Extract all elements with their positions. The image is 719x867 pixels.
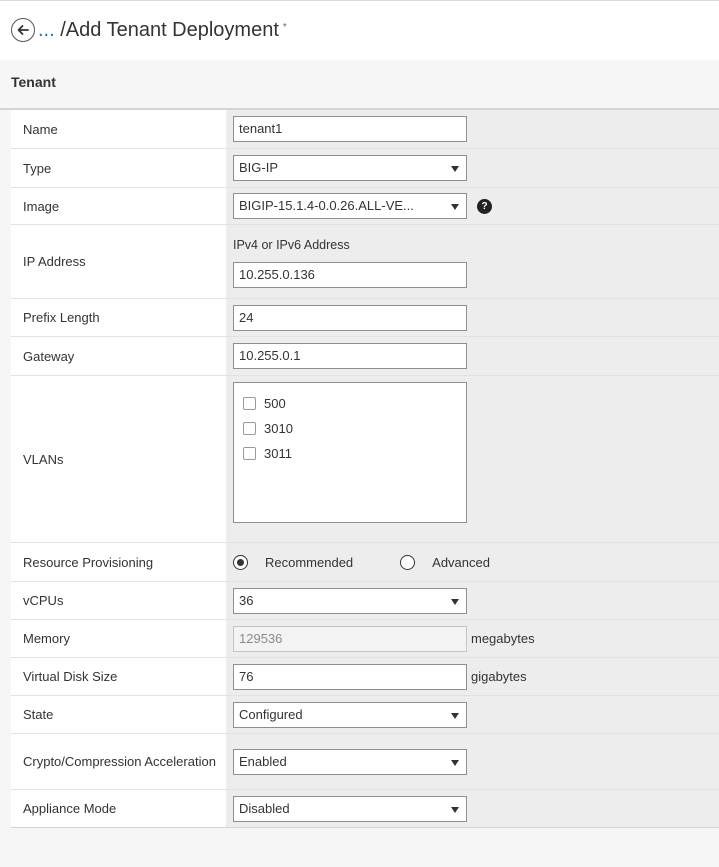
caret-down-icon <box>451 166 459 172</box>
vlan-option-500[interactable]: 500 <box>242 391 466 416</box>
prefix-length-label: Prefix Length <box>11 299 226 336</box>
appliance-mode-row: Appliance Mode Disabled <box>11 789 719 827</box>
virtual-disk-size-unit: gigabytes <box>471 669 527 684</box>
ip-address-hint: IPv4 or IPv6 Address <box>233 237 350 252</box>
help-icon[interactable]: ? <box>477 198 492 214</box>
vlan-option-label: 3011 <box>264 446 292 461</box>
appliance-mode-select[interactable]: Disabled <box>233 795 467 822</box>
vlan-option-3011[interactable]: 3011 <box>242 441 466 466</box>
vlans-field-cell: 500 3010 3011 <box>226 376 719 542</box>
arrow-left-icon <box>17 25 29 35</box>
image-select-value: BIGIP-15.1.4-0.0.26.ALL-VE... <box>239 198 414 213</box>
state-label: State <box>11 696 226 733</box>
type-label: Type <box>11 149 226 187</box>
vlans-row: VLANs 500 3010 3011 <box>11 375 719 542</box>
vcpus-label: vCPUs <box>11 582 226 619</box>
recommended-radio-label[interactable]: Recommended <box>265 555 353 570</box>
image-row: Image BIGIP-15.1.4-0.0.26.ALL-VE... ? <box>11 187 719 224</box>
resource-provisioning-field-cell: Recommended Advanced <box>226 543 719 581</box>
vlan-checkbox[interactable] <box>243 422 256 435</box>
memory-row: Memory 129536 megabytes <box>11 619 719 657</box>
type-row: Type BIG-IP <box>11 148 719 187</box>
recommended-radio[interactable] <box>233 554 248 570</box>
appliance-mode-select-value: Disabled <box>239 800 290 816</box>
tenant-form: Name tenant1 Type BIG-IP Image BIGIP-15.… <box>11 110 719 828</box>
caret-down-icon <box>451 598 459 605</box>
virtual-disk-size-field-cell: 76 gigabytes <box>226 658 719 695</box>
ip-address-row: IP Address IPv4 or IPv6 Address 10.255.0… <box>11 224 719 298</box>
memory-label: Memory <box>11 620 226 657</box>
resource-provisioning-radio-group: Recommended Advanced <box>233 554 490 570</box>
crypto-select[interactable]: Enabled <box>233 748 467 775</box>
state-select[interactable]: Configured <box>233 701 467 728</box>
caret-down-icon <box>451 204 459 210</box>
vcpus-select-value: 36 <box>239 592 254 608</box>
gateway-row: Gateway 10.255.0.1 <box>11 336 719 375</box>
crypto-field-cell: Enabled <box>226 734 719 789</box>
name-input[interactable]: tenant1 <box>233 116 467 142</box>
image-label: Image <box>11 188 226 224</box>
section-header: Tenant <box>0 60 719 110</box>
prefix-length-input[interactable]: 24 <box>233 304 467 331</box>
name-label: Name <box>11 110 226 148</box>
memory-input: 129536 <box>233 625 467 652</box>
vlans-label: VLANs <box>11 376 226 542</box>
state-field-cell: Configured <box>226 696 719 733</box>
virtual-disk-size-input[interactable]: 76 <box>233 663 467 690</box>
vcpus-row: vCPUs 36 <box>11 581 719 619</box>
vlan-option-label: 3010 <box>264 421 293 436</box>
state-row: State Configured <box>11 695 719 733</box>
caret-down-icon <box>451 806 459 813</box>
memory-unit: megabytes <box>471 631 535 646</box>
type-select[interactable]: BIG-IP <box>233 155 467 181</box>
advanced-radio-label[interactable]: Advanced <box>432 555 490 570</box>
crypto-select-value: Enabled <box>239 753 287 769</box>
caret-down-icon <box>451 759 459 766</box>
vlan-checkbox[interactable] <box>243 447 256 460</box>
appliance-mode-field-cell: Disabled <box>226 790 719 827</box>
prefix-length-field-cell: 24 <box>226 299 719 336</box>
back-button[interactable] <box>11 18 35 42</box>
virtual-disk-size-label: Virtual Disk Size <box>11 658 226 695</box>
caret-down-icon <box>451 712 459 719</box>
type-field-cell: BIG-IP <box>226 149 719 187</box>
image-field-cell: BIGIP-15.1.4-0.0.26.ALL-VE... ? <box>226 188 719 224</box>
breadcrumb: ... /Add Tenant Deployment * <box>38 18 287 42</box>
appliance-mode-label: Appliance Mode <box>11 790 226 827</box>
vlan-option-3010[interactable]: 3010 <box>242 416 466 441</box>
ip-address-field-cell: IPv4 or IPv6 Address 10.255.0.136 <box>226 225 719 298</box>
vcpus-select[interactable]: 36 <box>233 587 467 614</box>
unsaved-marker: * <box>282 22 287 33</box>
name-field-cell: tenant1 <box>226 110 719 148</box>
gateway-field-cell: 10.255.0.1 <box>226 337 719 375</box>
advanced-radio[interactable] <box>400 554 416 570</box>
crypto-row: Crypto/Compression Acceleration Enabled <box>11 733 719 789</box>
virtual-disk-size-row: Virtual Disk Size 76 gigabytes <box>11 657 719 695</box>
gateway-input[interactable]: 10.255.0.1 <box>233 343 467 369</box>
gateway-label: Gateway <box>11 337 226 375</box>
vlan-list[interactable]: 500 3010 3011 <box>233 382 467 523</box>
breadcrumb-parent-link[interactable]: ... <box>38 19 55 41</box>
ip-address-label: IP Address <box>11 225 226 298</box>
crypto-label: Crypto/Compression Acceleration <box>11 734 226 789</box>
state-select-value: Configured <box>239 706 303 722</box>
resource-provisioning-row: Resource Provisioning Recommended Advanc… <box>11 542 719 581</box>
resource-provisioning-label: Resource Provisioning <box>11 543 226 581</box>
ip-address-input[interactable]: 10.255.0.136 <box>233 261 467 288</box>
ip-address-group: IPv4 or IPv6 Address 10.255.0.136 <box>233 236 467 288</box>
prefix-length-row: Prefix Length 24 <box>11 298 719 336</box>
radio-selected-dot <box>237 558 244 566</box>
section-title: Tenant <box>11 74 56 90</box>
name-row: Name tenant1 <box>11 110 719 148</box>
memory-field-cell: 129536 megabytes <box>226 620 719 657</box>
type-select-value: BIG-IP <box>239 160 279 175</box>
image-select[interactable]: BIGIP-15.1.4-0.0.26.ALL-VE... <box>233 193 467 219</box>
page-title: /Add Tenant Deployment <box>60 19 279 41</box>
vlan-checkbox[interactable] <box>243 397 256 410</box>
vcpus-field-cell: 36 <box>226 582 719 619</box>
page-header: ... /Add Tenant Deployment * <box>0 0 719 60</box>
vlan-option-label: 500 <box>264 396 286 411</box>
